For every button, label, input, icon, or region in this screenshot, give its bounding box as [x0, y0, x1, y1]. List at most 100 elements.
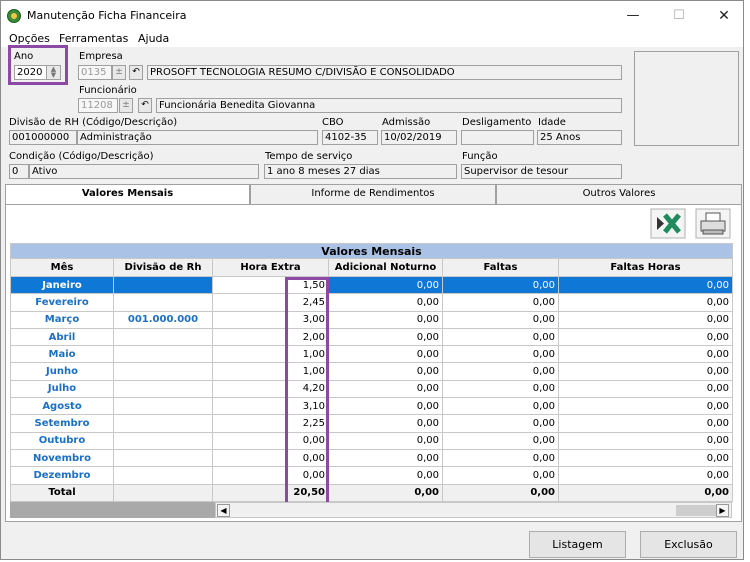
- cell-faltas-horas[interactable]: 0,00: [557, 431, 734, 450]
- cell-mes[interactable]: Agosto: [10, 397, 114, 416]
- table-row[interactable]: Fevereiro 2,45 0,00 0,00 0,00: [10, 293, 734, 312]
- cell-mes[interactable]: Abril: [10, 327, 114, 347]
- cell-faltas[interactable]: 0,00: [442, 431, 559, 450]
- cell-faltas-horas[interactable]: 0,00: [557, 345, 734, 364]
- cell-divisao[interactable]: [113, 397, 213, 416]
- scroll-right-arrow-icon[interactable]: ▶: [716, 504, 729, 517]
- exclusao-button[interactable]: Exclusão: [640, 531, 737, 558]
- cell-mes[interactable]: Janeiro: [10, 275, 114, 295]
- cell-divisao[interactable]: 001.000.000: [113, 310, 213, 329]
- cell-mes[interactable]: Julho: [10, 379, 114, 399]
- col-header-faltas-horas[interactable]: Faltas Horas: [557, 258, 734, 277]
- cell-divisao[interactable]: [113, 275, 213, 295]
- cell-faltas-horas[interactable]: 0,00: [557, 414, 734, 433]
- cell-adicional-noturno[interactable]: 0,00: [328, 362, 443, 381]
- table-row[interactable]: Junho 1,00 0,00 0,00 0,00: [10, 362, 734, 381]
- cell-adicional-noturno[interactable]: 0,00: [328, 431, 443, 450]
- table-row[interactable]: Novembro 0,00 0,00 0,00 0,00: [10, 448, 734, 468]
- cell-adicional-noturno[interactable]: 0,00: [328, 397, 443, 416]
- cell-faltas-horas[interactable]: 0,00: [557, 379, 734, 399]
- funcionario-code-field[interactable]: 11208: [78, 98, 118, 113]
- table-row[interactable]: Dezembro 0,00 0,00 0,00 0,00: [10, 466, 734, 485]
- cell-faltas[interactable]: 0,00: [442, 466, 559, 485]
- col-header-divisao[interactable]: Divisão de Rh: [113, 258, 213, 277]
- cell-adicional-noturno[interactable]: 0,00: [328, 448, 443, 468]
- maximize-button[interactable]: ☐: [659, 5, 699, 27]
- cell-faltas-horas[interactable]: 0,00: [557, 466, 734, 485]
- excel-export-icon[interactable]: [649, 207, 687, 240]
- col-header-faltas[interactable]: Faltas: [442, 258, 559, 277]
- cell-mes[interactable]: Dezembro: [10, 466, 114, 485]
- cell-faltas-horas[interactable]: 0,00: [557, 362, 734, 381]
- cell-divisao[interactable]: [113, 362, 213, 381]
- cell-faltas[interactable]: 0,00: [442, 310, 559, 329]
- funcionario-lookup-icon[interactable]: ±: [119, 98, 133, 113]
- tab-informe-rendimentos[interactable]: Informe de Rendimentos: [250, 184, 496, 204]
- cell-faltas-horas[interactable]: 0,00: [557, 397, 734, 416]
- cell-faltas-horas[interactable]: 0,00: [557, 327, 734, 347]
- listagem-button[interactable]: Listagem: [529, 531, 626, 558]
- cell-faltas-horas[interactable]: 0,00: [557, 275, 734, 295]
- cell-adicional-noturno[interactable]: 0,00: [328, 275, 443, 295]
- col-header-hora-extra[interactable]: Hora Extra: [212, 258, 329, 277]
- cell-faltas[interactable]: 0,00: [442, 414, 559, 433]
- table-row[interactable]: Agosto 3,10 0,00 0,00 0,00: [10, 397, 734, 416]
- cell-faltas-horas[interactable]: 0,00: [557, 448, 734, 468]
- cell-mes[interactable]: Maio: [10, 345, 114, 364]
- scroll-left-arrow-icon[interactable]: ◀: [217, 504, 230, 517]
- scrollbar-thumb[interactable]: [676, 505, 716, 516]
- cell-divisao[interactable]: [113, 431, 213, 450]
- menu-ajuda[interactable]: Ajuda: [138, 32, 169, 45]
- cell-mes[interactable]: Fevereiro: [10, 293, 114, 312]
- cell-faltas-horas[interactable]: 0,00: [557, 293, 734, 312]
- cell-adicional-noturno[interactable]: 0,00: [328, 327, 443, 347]
- col-header-mes[interactable]: Mês: [10, 258, 114, 277]
- cell-faltas[interactable]: 0,00: [442, 293, 559, 312]
- funcionario-undo-icon[interactable]: ↶: [138, 98, 152, 113]
- cell-divisao[interactable]: [113, 345, 213, 364]
- table-row[interactable]: Abril 2,00 0,00 0,00 0,00: [10, 327, 734, 347]
- cell-divisao[interactable]: [113, 466, 213, 485]
- cell-faltas[interactable]: 0,00: [442, 327, 559, 347]
- table-row[interactable]: Maio 1,00 0,00 0,00 0,00: [10, 345, 734, 364]
- minimize-button[interactable]: —: [613, 5, 653, 27]
- cell-faltas-horas[interactable]: 0,00: [557, 310, 734, 329]
- empresa-undo-icon[interactable]: ↶: [129, 65, 143, 80]
- cell-divisao[interactable]: [113, 327, 213, 347]
- cell-adicional-noturno[interactable]: 0,00: [328, 293, 443, 312]
- cell-faltas[interactable]: 0,00: [442, 379, 559, 399]
- scrollbar-track[interactable]: ◀ ▶: [215, 502, 732, 518]
- empresa-lookup-icon[interactable]: ±: [112, 65, 126, 80]
- cell-faltas[interactable]: 0,00: [442, 362, 559, 381]
- print-icon[interactable]: [694, 207, 732, 240]
- cell-divisao[interactable]: [113, 379, 213, 399]
- cell-adicional-noturno[interactable]: 0,00: [328, 466, 443, 485]
- cell-adicional-noturno[interactable]: 0,00: [328, 379, 443, 399]
- cell-faltas[interactable]: 0,00: [442, 397, 559, 416]
- cell-mes[interactable]: Junho: [10, 362, 114, 381]
- cell-divisao[interactable]: [113, 414, 213, 433]
- cell-divisao[interactable]: [113, 293, 213, 312]
- cell-mes[interactable]: Novembro: [10, 448, 114, 468]
- cell-adicional-noturno[interactable]: 0,00: [328, 310, 443, 329]
- menu-opcoes[interactable]: Opções: [9, 32, 50, 45]
- menu-ferramentas[interactable]: Ferramentas: [59, 32, 128, 45]
- cell-faltas[interactable]: 0,00: [442, 275, 559, 295]
- cell-mes[interactable]: Março: [10, 310, 114, 329]
- tab-valores-mensais[interactable]: Valores Mensais: [5, 184, 250, 205]
- cell-divisao[interactable]: [113, 448, 213, 468]
- cell-faltas[interactable]: 0,00: [442, 448, 559, 468]
- empresa-code-field[interactable]: 0135: [78, 65, 112, 80]
- cell-adicional-noturno[interactable]: 0,00: [328, 414, 443, 433]
- cell-faltas[interactable]: 0,00: [442, 345, 559, 364]
- table-row[interactable]: Março 001.000.000 3,00 0,00 0,00 0,00: [10, 310, 734, 329]
- horizontal-scrollbar[interactable]: ◀ ▶: [10, 502, 732, 518]
- table-row[interactable]: Julho 4,20 0,00 0,00 0,00: [10, 379, 734, 399]
- cell-mes[interactable]: Setembro: [10, 414, 114, 433]
- table-row[interactable]: Outubro 0,00 0,00 0,00 0,00: [10, 431, 734, 450]
- table-row[interactable]: Janeiro 1,50 0,00 0,00 0,00: [10, 275, 734, 295]
- tab-outros-valores[interactable]: Outros Valores: [496, 184, 742, 204]
- cell-adicional-noturno[interactable]: 0,00: [328, 345, 443, 364]
- cell-mes[interactable]: Outubro: [10, 431, 114, 450]
- col-header-adicional-noturno[interactable]: Adicional Noturno: [328, 258, 443, 277]
